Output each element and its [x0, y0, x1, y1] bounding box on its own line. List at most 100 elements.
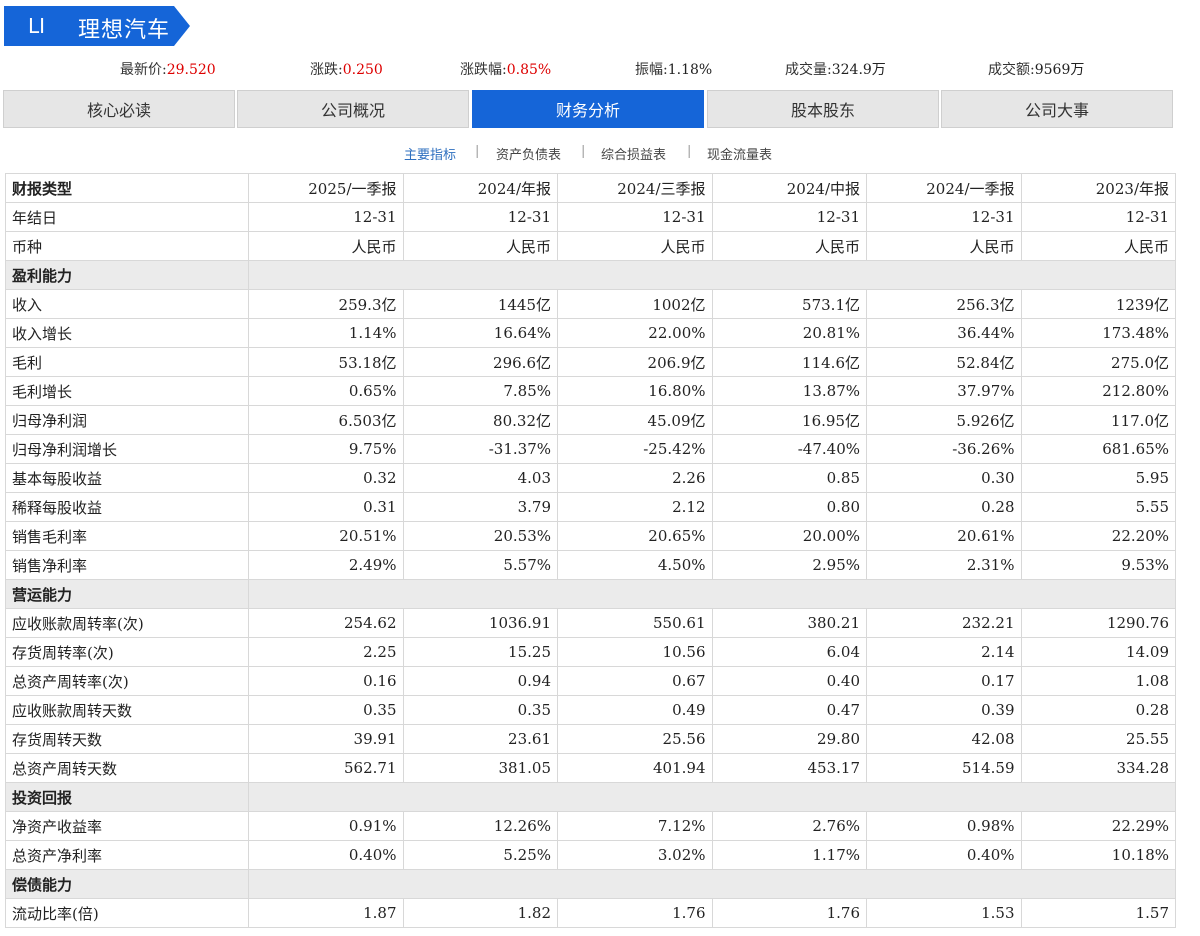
tab-company-events[interactable]: 公司大事: [941, 90, 1173, 128]
header-period: 2025/一季报: [248, 173, 404, 203]
table-cell: 1.57: [1020, 898, 1176, 928]
table-row: 归母净利润增长 9.75% -31.37% -25.42% -47.40% -36.26%…: [5, 434, 1176, 464]
table-row: 总资产净利率 0.40% 5.25% 3.02% 1.17% 0.40% 10.18%: [5, 840, 1176, 870]
table-cell: 16.80%: [557, 376, 713, 406]
table-cell: 53.18亿: [248, 347, 404, 377]
table-cell: 206.9亿: [557, 347, 713, 377]
table-cell: 29.80: [711, 724, 867, 754]
tab-core-reading[interactable]: 核心必读: [3, 90, 235, 128]
table-cell: 13.87%: [711, 376, 867, 406]
row-label: 总资产净利率: [5, 840, 249, 870]
table-cell: 0.94: [402, 666, 558, 696]
table-cell: 259.3亿: [248, 289, 404, 319]
table-cell: 2.26: [557, 463, 713, 493]
table-cell: 0.35: [402, 695, 558, 725]
table-cell: 1.87: [248, 898, 404, 928]
table-row: 总资产周转天数 562.71 381.05 401.94 453.17 514.59 334…: [5, 753, 1176, 783]
tab-financial-analysis[interactable]: 财务分析: [472, 90, 704, 128]
subnav-separator: |: [475, 144, 480, 159]
tab-company-overview[interactable]: 公司概况: [237, 90, 469, 128]
table-cell: 0.47: [711, 695, 867, 725]
subnav-balance-sheet[interactable]: 资产负债表: [496, 144, 561, 163]
table-cell: 12-31: [402, 202, 558, 232]
subnav-key-indicators[interactable]: 主要指标: [404, 144, 456, 163]
main-tabs: 核心必读 公司概况 财务分析 股本股东 公司大事: [3, 90, 1175, 128]
table-cell: 0.40: [711, 666, 867, 696]
table-cell: 2.31%: [866, 550, 1022, 580]
quote-change-percent: 涨跌幅:0.85%: [460, 62, 552, 78]
table-cell: 0.67: [557, 666, 713, 696]
table-row: 收入增长 1.14% 16.64% 22.00% 20.81% 36.44% 173.48%: [5, 318, 1176, 348]
table-cell: 1.82: [402, 898, 558, 928]
table-cell: 2.12: [557, 492, 713, 522]
table-cell: 5.926亿: [866, 405, 1022, 435]
table-cell: 256.3亿: [866, 289, 1022, 319]
table-cell: 232.21: [866, 608, 1022, 638]
table-cell: 275.0亿: [1020, 347, 1176, 377]
table-row: 稀释每股收益 0.31 3.79 2.12 0.80 0.28 5.55: [5, 492, 1176, 522]
table-cell: 10.18%: [1020, 840, 1176, 870]
section-filler: [248, 260, 1176, 290]
table-cell: 681.65%: [1020, 434, 1176, 464]
subnav-income-statement[interactable]: 综合损益表: [601, 144, 666, 163]
table-row: 收入 259.3亿 1445亿 1002亿 573.1亿 256.3亿 1239亿: [5, 289, 1176, 319]
table-cell: 45.09亿: [557, 405, 713, 435]
table-row: 归母净利润 6.503亿 80.32亿 45.09亿 16.95亿 5.926亿 117.0…: [5, 405, 1176, 435]
row-label: 总资产周转天数: [5, 753, 249, 783]
table-cell: 1.08: [1020, 666, 1176, 696]
row-label: 收入增长: [5, 318, 249, 348]
table-cell: 20.61%: [866, 521, 1022, 551]
table-cell: 0.16: [248, 666, 404, 696]
table-cell: 5.57%: [402, 550, 558, 580]
table-cell: 14.09: [1020, 637, 1176, 667]
table-cell: 12-31: [866, 202, 1022, 232]
table-cell: 381.05: [402, 753, 558, 783]
row-label: 销售毛利率: [5, 521, 249, 551]
subnav-cash-flow[interactable]: 现金流量表: [707, 144, 772, 163]
table-cell: 25.56: [557, 724, 713, 754]
table-cell: 380.21: [711, 608, 867, 638]
table-cell: 296.6亿: [402, 347, 558, 377]
header-period: 2024/中报: [711, 173, 867, 203]
row-label: 存货周转天数: [5, 724, 249, 754]
table-cell: 1290.76: [1020, 608, 1176, 638]
row-label: 毛利增长: [5, 376, 249, 406]
table-row: 年结日 12-31 12-31 12-31 12-31 12-31 12-31: [5, 202, 1176, 232]
section-title: 偿债能力: [5, 869, 249, 899]
table-section-row: 偿债能力: [5, 869, 1176, 899]
table-cell: 401.94: [557, 753, 713, 783]
table-cell: 36.44%: [866, 318, 1022, 348]
table-cell: 12-31: [248, 202, 404, 232]
table-cell: 0.17: [866, 666, 1022, 696]
tab-share-capital[interactable]: 股本股东: [707, 90, 939, 128]
table-cell: 15.25: [402, 637, 558, 667]
table-cell: 20.00%: [711, 521, 867, 551]
section-filler: [248, 579, 1176, 609]
table-cell: 人民币: [711, 231, 867, 261]
table-cell: 80.32亿: [402, 405, 558, 435]
table-cell: 5.25%: [402, 840, 558, 870]
table-section-row: 盈利能力: [5, 260, 1176, 290]
table-cell: 2.14: [866, 637, 1022, 667]
quote-volume: 成交量:324.9万: [785, 62, 886, 78]
table-cell: 39.91: [248, 724, 404, 754]
section-filler: [248, 782, 1176, 812]
quote-last-price: 最新价:29.520: [120, 62, 216, 78]
table-cell: 2.95%: [711, 550, 867, 580]
table-cell: 173.48%: [1020, 318, 1176, 348]
row-label: 年结日: [5, 202, 249, 232]
table-cell: 0.80: [711, 492, 867, 522]
row-label: 毛利: [5, 347, 249, 377]
table-cell: 550.61: [557, 608, 713, 638]
table-cell: 1239亿: [1020, 289, 1176, 319]
financial-subnav: 主要指标 | 资产负债表 | 综合损益表 | 现金流量表: [0, 144, 1200, 164]
table-cell: 514.59: [866, 753, 1022, 783]
table-cell: 22.29%: [1020, 811, 1176, 841]
section-filler: [248, 869, 1176, 899]
table-cell: 1445亿: [402, 289, 558, 319]
section-title: 投资回报: [5, 782, 249, 812]
table-cell: 0.40%: [866, 840, 1022, 870]
table-cell: -25.42%: [557, 434, 713, 464]
table-cell: 5.95: [1020, 463, 1176, 493]
header-period: 2024/三季报: [557, 173, 713, 203]
